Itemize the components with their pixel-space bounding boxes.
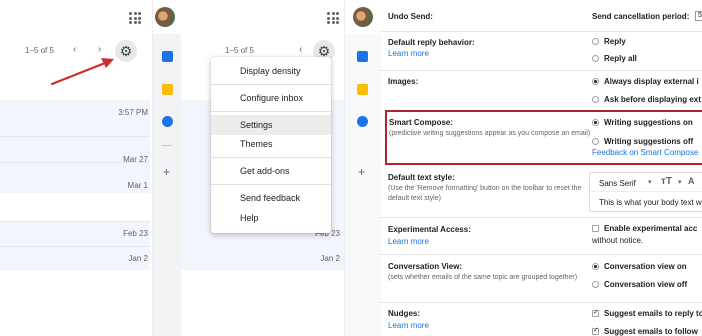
mail-date: Feb 23 bbox=[123, 229, 148, 238]
cancel-period-label: Send cancellation period: bbox=[592, 12, 690, 21]
reply-radio[interactable] bbox=[592, 38, 599, 45]
reply-behavior-label: Default reply behavior: bbox=[388, 38, 475, 47]
cancel-period-select[interactable]: 5 bbox=[695, 11, 702, 21]
images-label: Images: bbox=[388, 77, 419, 86]
conversation-on-option: Conversation view on bbox=[604, 262, 687, 271]
text-style-toolbar: Sans Serif ▾ ᴛT ▾ A This is what your bo… bbox=[589, 172, 702, 212]
images-ask-radio[interactable] bbox=[592, 96, 599, 103]
undo-send-label: Undo Send: bbox=[388, 12, 433, 21]
suggest-reply-option: Suggest emails to reply to bbox=[604, 309, 702, 318]
apps-grid-icon[interactable] bbox=[327, 12, 339, 24]
side-panel: + bbox=[345, 34, 381, 336]
learn-more-link[interactable]: Learn more bbox=[388, 237, 429, 246]
text-color-icon[interactable]: A bbox=[688, 176, 695, 186]
experimental-checkbox[interactable] bbox=[592, 225, 599, 232]
text-style-preview: This is what your body text w bbox=[599, 198, 702, 207]
menu-item-themes[interactable]: Themes bbox=[211, 134, 331, 154]
font-dropdown-icon[interactable]: ▾ bbox=[648, 178, 652, 186]
conversation-label: Conversation View: bbox=[388, 262, 463, 271]
pager-label: 1–5 of 5 bbox=[225, 46, 254, 55]
learn-more-link[interactable]: Learn more bbox=[388, 49, 429, 58]
images-always-option: Always display external i bbox=[604, 77, 699, 86]
suggest-follow-option: Suggest emails to follow bbox=[604, 327, 698, 336]
tasks-icon[interactable] bbox=[357, 116, 368, 127]
text-style-label: Default text style: bbox=[388, 173, 455, 182]
keep-icon[interactable] bbox=[162, 84, 173, 95]
suggest-reply-checkbox[interactable] bbox=[592, 308, 599, 317]
experimental-option: Enable experimental acc bbox=[604, 224, 698, 233]
chevron-left-icon[interactable]: ‹ bbox=[73, 44, 76, 55]
conversation-desc: (sets whether emails of the same topic a… bbox=[388, 274, 578, 281]
smart-compose-highlight bbox=[385, 110, 702, 165]
keep-icon[interactable] bbox=[357, 84, 368, 95]
chevron-right-icon[interactable]: › bbox=[98, 44, 101, 55]
experimental-note: without notice. bbox=[592, 236, 644, 245]
images-always-radio[interactable] bbox=[592, 78, 599, 85]
reply-all-option: Reply all bbox=[604, 54, 637, 63]
learn-more-link[interactable]: Learn more bbox=[388, 321, 429, 330]
gear-icon: ⚙ bbox=[317, 43, 331, 59]
mail-date: 3:57 PM bbox=[118, 108, 148, 117]
menu-item-send-feedback[interactable]: Send feedback bbox=[211, 188, 331, 208]
menu-item-get-add-ons[interactable]: Get add-ons bbox=[211, 161, 331, 181]
menu-item-settings[interactable]: Settings bbox=[211, 115, 331, 135]
chevron-left-icon[interactable]: ‹ bbox=[299, 44, 302, 55]
settings-gear-button[interactable]: ⚙ bbox=[115, 40, 137, 62]
add-icon[interactable]: + bbox=[163, 165, 170, 179]
side-panel: + bbox=[153, 34, 181, 336]
gear-icon: ⚙ bbox=[119, 43, 133, 59]
conversation-on-radio[interactable] bbox=[592, 263, 599, 270]
calendar-icon[interactable] bbox=[162, 51, 173, 62]
conversation-off-radio[interactable] bbox=[592, 281, 599, 288]
text-style-desc: (Use the 'Remove formatting' button on t… bbox=[388, 185, 582, 202]
suggest-follow-checkbox[interactable] bbox=[592, 326, 599, 335]
reply-all-radio[interactable] bbox=[592, 55, 599, 62]
avatar[interactable] bbox=[155, 7, 175, 27]
menu-item-help[interactable]: Help bbox=[211, 208, 331, 228]
mail-date: Jan 2 bbox=[128, 254, 148, 263]
pager-label: 1–5 of 5 bbox=[25, 46, 54, 55]
conversation-off-option: Conversation view off bbox=[604, 280, 688, 289]
mail-date: Jan 2 bbox=[320, 254, 340, 263]
inbox-panel-1: 1–5 of 5 ‹ › ⚙ 3:57 PM Mar 27 Mar 1 Feb … bbox=[0, 0, 152, 336]
font-select[interactable]: Sans Serif bbox=[599, 179, 636, 188]
calendar-icon[interactable] bbox=[357, 51, 368, 62]
images-ask-option: Ask before displaying ext bbox=[604, 95, 701, 104]
reply-option: Reply bbox=[604, 37, 626, 46]
mail-date: Mar 27 bbox=[123, 155, 148, 164]
font-size-icon[interactable]: ᴛT bbox=[661, 176, 672, 187]
menu-item-display-density[interactable]: Display density bbox=[211, 61, 331, 81]
tasks-icon[interactable] bbox=[162, 116, 173, 127]
menu-item-configure-inbox[interactable]: Configure inbox bbox=[211, 88, 331, 108]
mail-date: Mar 1 bbox=[127, 181, 148, 190]
apps-grid-icon[interactable] bbox=[129, 12, 141, 24]
size-dropdown-icon[interactable]: ▾ bbox=[678, 178, 682, 186]
experimental-label: Experimental Access: bbox=[388, 225, 471, 234]
settings-menu: Display density Configure inbox Settings… bbox=[211, 57, 331, 233]
avatar[interactable] bbox=[353, 7, 373, 27]
add-icon[interactable]: + bbox=[358, 165, 365, 179]
nudges-label: Nudges: bbox=[388, 309, 420, 318]
